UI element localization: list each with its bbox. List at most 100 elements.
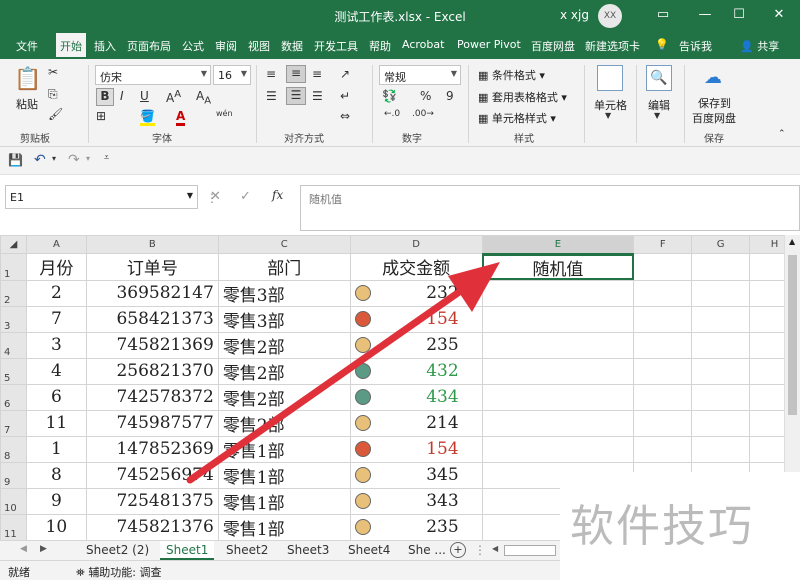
cell[interactable] [691,331,751,359]
cell-month[interactable]: 2 [25,279,87,307]
align-left-icon[interactable]: ☰ [266,89,277,103]
phonetic-guide-icon[interactable]: wén [216,109,233,118]
cell-month[interactable]: 6 [25,383,87,411]
align-middle-icon[interactable]: ≡ [286,65,306,83]
cell[interactable] [633,357,693,385]
cell[interactable] [481,357,635,385]
cell-amount[interactable]: 154 [349,305,483,333]
accounting-format-icon[interactable]: 💱 [382,89,397,103]
maximize-button[interactable]: ☐ [724,4,754,26]
decrease-decimal-icon[interactable]: .00→ [412,109,434,119]
cell[interactable] [691,435,751,463]
cell-order[interactable]: 256821370 [85,357,219,385]
column-header[interactable]: E [481,235,635,255]
cell-department[interactable]: 零售1部 [217,513,351,540]
column-header[interactable]: D [349,235,483,254]
save-line1[interactable]: 保存到 [698,95,731,111]
cell-order[interactable]: 745821376 [85,513,219,540]
cell-order[interactable]: 658421373 [85,305,219,333]
insert-function-button[interactable]: fx [272,188,283,202]
cell-styles-button[interactable]: ▦ 单元格样式 ▾ [478,110,556,126]
row-header[interactable]: 5 [0,357,27,385]
next-sheet-icon[interactable]: ▶ [40,544,47,554]
tab-data[interactable]: 数据 [281,38,303,54]
tab-file[interactable]: 文件 [16,38,38,54]
tab-split-icon[interactable]: ⋮ [474,543,486,557]
customize-qat-icon[interactable]: ⩡ [104,153,109,163]
cell[interactable] [481,331,635,359]
cell-department[interactable]: 零售2部 [217,331,351,359]
cell[interactable] [691,305,751,333]
cell[interactable] [633,383,693,411]
undo-icon[interactable]: ↶ [34,152,46,168]
user-name[interactable]: x xjg [560,8,589,22]
cell[interactable] [633,331,693,359]
row-header[interactable]: 2 [0,279,27,307]
cell-month[interactable]: 10 [25,513,87,540]
format-painter-icon[interactable]: 🖌 [48,107,63,121]
tell-me-search[interactable]: 告诉我 [679,38,712,54]
cell-amount[interactable]: 345 [349,461,483,489]
cell-month[interactable]: 1 [25,435,87,463]
sheet-tab[interactable]: Sheet3 [281,541,335,560]
column-header[interactable]: A [25,235,87,254]
cell-month[interactable]: 4 [25,357,87,385]
cancel-icon[interactable]: ✕ [210,189,221,204]
name-box[interactable]: E1 ▼ [5,185,198,209]
ribbon-display-icon[interactable]: ▭ [648,4,678,26]
horizontal-scroll-thumb[interactable] [504,545,556,556]
avatar[interactable]: XX [598,4,622,28]
align-bottom-icon[interactable]: ≡ [312,67,322,81]
tab-new-tab[interactable]: 新建选项卡 [585,38,640,54]
select-all-corner[interactable]: ◢ [0,235,27,254]
cell-department[interactable]: 零售1部 [217,435,351,463]
cell-order[interactable]: 742578372 [85,383,219,411]
share-button[interactable]: 👤 共享 [740,38,779,54]
number-format-combo[interactable]: 常规 ▼ [379,65,461,85]
tab-power-pivot[interactable]: Power Pivot [457,38,521,51]
cell-month[interactable]: 11 [25,409,87,437]
scroll-up-icon[interactable]: ▲ [789,237,795,246]
row-header[interactable]: 7 [0,409,27,437]
cell[interactable] [633,409,693,437]
cell-order[interactable]: 745821369 [85,331,219,359]
font-name-combo[interactable]: 仿宋 ▼ [95,65,211,85]
tab-review[interactable]: 审阅 [215,38,237,54]
lightbulb-icon[interactable]: 💡 [655,38,669,51]
font-color-button[interactable]: A [176,109,186,126]
tab-insert[interactable]: 插入 [94,38,116,54]
cell-amount[interactable]: 235 [349,513,483,540]
column-header[interactable]: F [633,235,693,254]
chevron-down-icon[interactable]: ▾ [86,154,90,163]
fill-color-icon[interactable]: 🪣 [140,109,155,126]
cell-amount[interactable]: 214 [349,409,483,437]
search-icon[interactable]: 🔍 [646,65,672,91]
tab-page-layout[interactable]: 页面布局 [127,38,171,54]
font-shrink-icon[interactable]: AA [196,89,211,106]
cell[interactable] [691,357,751,385]
tab-baidu-netdisk[interactable]: 百度网盘 [531,38,575,54]
chevron-down-icon[interactable]: ▾ [52,154,56,163]
format-as-table-button[interactable]: ▦ 套用表格格式 ▾ [478,89,567,105]
font-size-combo[interactable]: 16 ▼ [213,65,251,85]
paste-icon[interactable]: 📋 [14,67,41,93]
cell-amount[interactable]: 235 [349,331,483,359]
border-icon[interactable]: ⊞ [96,109,106,123]
row-header[interactable]: 11 [0,513,27,540]
cell-department[interactable]: 零售3部 [217,305,351,333]
row-header[interactable]: 6 [0,383,27,411]
bold-button[interactable]: B [96,88,114,106]
cell[interactable] [481,435,635,463]
cell-order[interactable]: 147852369 [85,435,219,463]
wrap-text-icon[interactable]: ↵ [340,89,350,103]
cell-order[interactable]: 745987577 [85,409,219,437]
cell-department[interactable]: 零售2部 [217,383,351,411]
row-header[interactable]: 9 [0,461,27,489]
cell[interactable] [481,279,635,307]
row-header[interactable]: 10 [0,487,27,515]
align-right-icon[interactable]: ☰ [312,89,323,103]
tab-acrobat[interactable]: Acrobat [402,38,444,51]
align-top-icon[interactable]: ≡ [266,67,276,81]
formula-input[interactable]: 随机值 [300,185,800,231]
selected-cell-e1[interactable]: 随机值 [481,253,635,281]
